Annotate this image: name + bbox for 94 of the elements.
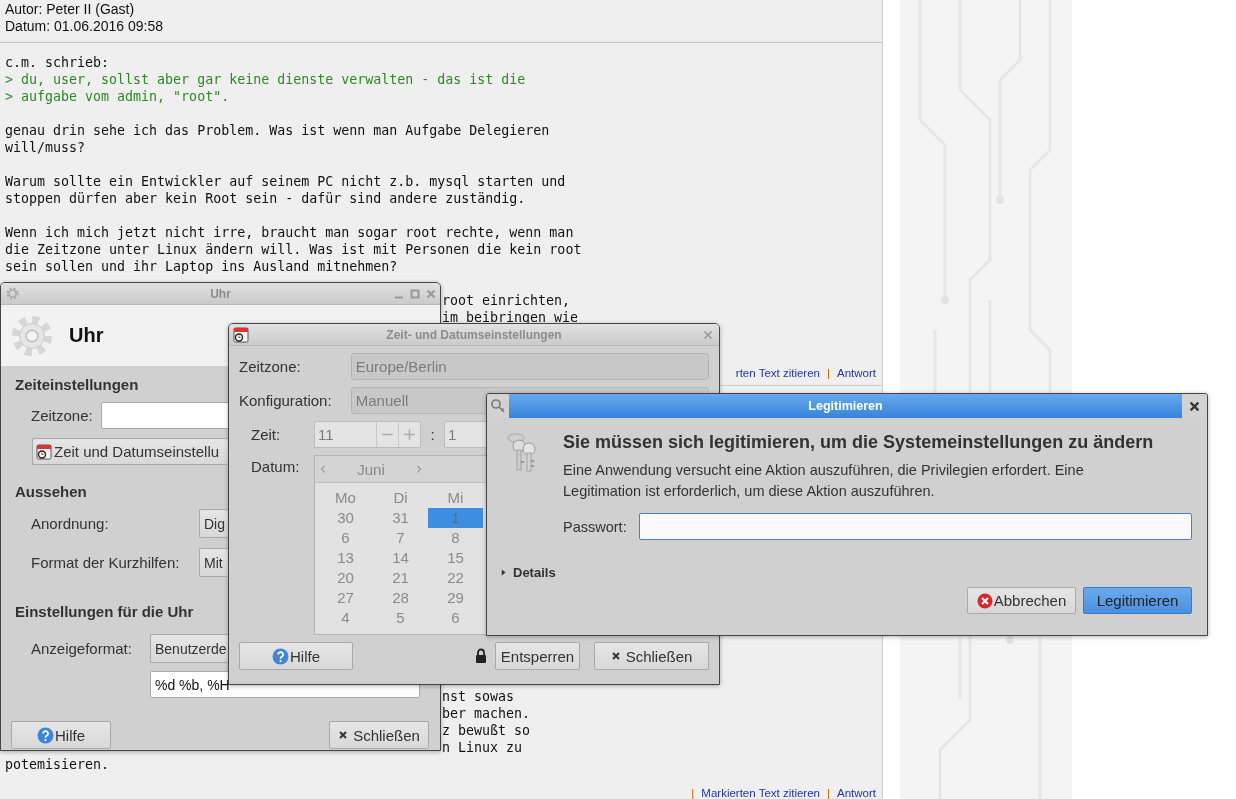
unlock-button[interactable]: Entsperren	[495, 642, 580, 670]
post-date: Datum: 01.06.2016 09:58	[5, 18, 164, 35]
field-label: Zeitzone:	[31, 407, 93, 424]
post-text-line: z bewußt so	[442, 722, 531, 739]
window-title: Uhr	[210, 286, 231, 301]
help-icon	[37, 726, 54, 744]
time-separator: :	[429, 426, 436, 443]
field-label: Anordnung:	[31, 515, 110, 532]
close-button[interactable]: Schließen	[329, 721, 429, 749]
calendar-day[interactable]: 27	[318, 588, 373, 608]
close-icon	[610, 651, 621, 661]
post-text-line: die Zeitzone unter Linux ändern will. Was ist mit Personen die kein root	[5, 241, 582, 258]
calendar-day[interactable]: 4	[318, 608, 373, 628]
calendar-clock-icon	[233, 326, 249, 343]
post-link[interactable]: Markierten Text zitieren	[701, 787, 820, 799]
close-icon	[338, 730, 349, 740]
post-link[interactable]: rten Text zitieren	[735, 367, 820, 379]
calendar-day[interactable]: 28	[373, 588, 428, 608]
calendar-day[interactable]: 22	[428, 568, 483, 588]
authenticate-button[interactable]: Legitimieren	[1083, 587, 1192, 614]
post-text-line: stoppen dürfen aber kein Root sein - dafür sind andere zuständig.	[5, 190, 526, 207]
link-separator: |	[827, 787, 830, 799]
weekday-label: Mo	[334, 488, 357, 508]
post-text-line: root einrichten,	[442, 292, 571, 309]
weekday-label: Di	[392, 488, 409, 508]
link-separator: |	[827, 367, 830, 379]
calendar-day[interactable]: 1	[428, 508, 483, 528]
dialog-heading: Sie müssen sich legitimieren, um die Systemeinstellungen zu ändern	[563, 431, 1155, 454]
post-text-line: c.m. schrieb:	[5, 54, 110, 71]
cancel-icon	[976, 592, 993, 609]
calendar-day[interactable]: 5	[373, 608, 428, 628]
calendar-day[interactable]: 20	[318, 568, 373, 588]
password-field[interactable]	[638, 513, 1192, 540]
calendar-day[interactable]: 6	[428, 608, 483, 628]
post-text-line: im beibringen wie	[442, 309, 579, 326]
help-icon	[272, 647, 289, 665]
calendar-day[interactable]: 8	[428, 528, 483, 548]
dropdown[interactable]: Dig	[199, 509, 228, 538]
help-button[interactable]: Hilfe	[11, 721, 111, 749]
post-link[interactable]: Antwort	[837, 787, 876, 799]
field-label: Konfiguration:	[239, 392, 333, 409]
field-label: Format der Kurzhilfen:	[31, 554, 181, 571]
section-heading: Aussehen	[15, 483, 87, 501]
post-text-line: will/muss?	[5, 139, 86, 156]
close-icon[interactable]	[1189, 400, 1200, 412]
quoted-line: > aufgabe vom admin, "root".	[5, 88, 230, 105]
field-label: Datum:	[250, 458, 301, 475]
calendar-day[interactable]: 15	[428, 548, 483, 568]
post-text-line: nst sowas	[442, 688, 515, 705]
window-title: Zeit- und Datumseinstellungen	[386, 327, 562, 342]
calendar-day[interactable]: 6	[318, 528, 373, 548]
post-text-line: potemisieren.	[5, 756, 110, 773]
post-text-line: Wenn ich mich jetzt nicht irre, braucht man sogar root rechte, wenn man	[5, 224, 574, 241]
post-text-line: sein sollen und ihr Laptop ins Ausland mitnehmen?	[5, 258, 398, 275]
quoted-line: > du, user, sollst aber gar keine dienste verwalten - das ist die	[5, 71, 526, 88]
post-text-line: ber machen.	[442, 705, 531, 722]
cancel-button[interactable]: Abbrechen	[967, 587, 1076, 614]
calendar-day[interactable]: 29	[428, 588, 483, 608]
post-text-line: Warum sollte ein Entwickler auf seinem PC nicht z.b. mysql starten und	[5, 173, 566, 190]
lock-icon	[475, 648, 487, 664]
dropdown[interactable]: Mit	[199, 548, 228, 577]
maximize-icon[interactable]	[410, 288, 420, 299]
field-label: Anzeigeformat:	[31, 640, 133, 657]
month-label: Juni	[356, 460, 386, 478]
calendar-day[interactable]: 7	[373, 528, 428, 548]
timezone-field[interactable]: Europe/Berlin	[350, 353, 709, 380]
post-text-line: n Linux zu	[442, 739, 523, 756]
field-label: Passwort:	[563, 518, 627, 535]
calendar-day[interactable]: 14	[373, 548, 428, 568]
calendar-day[interactable]: 30	[318, 508, 373, 528]
datetime-settings-button[interactable]: Zeit und Datumseinstellu	[32, 438, 228, 465]
app-heading: Uhr	[69, 324, 104, 347]
details-expander[interactable]: Details	[501, 565, 556, 580]
section-heading: Einstellungen für die Uhr	[15, 603, 194, 621]
gear-icon	[5, 286, 20, 301]
hour-spinner[interactable]: 11	[314, 421, 421, 448]
section-heading: Zeiteinstellungen	[15, 376, 139, 394]
help-button[interactable]: Hilfe	[239, 642, 353, 670]
calendar-day[interactable]: 31	[373, 508, 428, 528]
calendar-day[interactable]: 21	[373, 568, 428, 588]
link-separator: |	[691, 787, 695, 799]
weekday-label: Mi	[446, 488, 465, 508]
calendar-day[interactable]: 13	[318, 548, 373, 568]
post-text-line: genau drin sehe ich das Problem. Was ist wenn man Aufgabe Delegieren	[5, 122, 550, 139]
key-icon	[490, 398, 506, 414]
dropdown[interactable]: Benutzerde	[150, 634, 228, 663]
window-title: Legitimieren	[808, 399, 883, 413]
field-label: Zeitzone:	[239, 358, 302, 375]
field-label: Zeit:	[250, 426, 282, 443]
post-author: Autor: Peter II (Gast)	[5, 1, 136, 18]
dialog-message: Eine Anwendung versucht eine Aktion auszuführen, die Privilegien erfordert. Eine Legitimation ist erforderlich, um diese Aktion auszuführen.	[563, 461, 1085, 501]
post-link[interactable]: Antwort	[837, 367, 876, 379]
calendar-clock-icon	[36, 443, 52, 460]
close-button[interactable]: Schließen	[594, 642, 709, 670]
